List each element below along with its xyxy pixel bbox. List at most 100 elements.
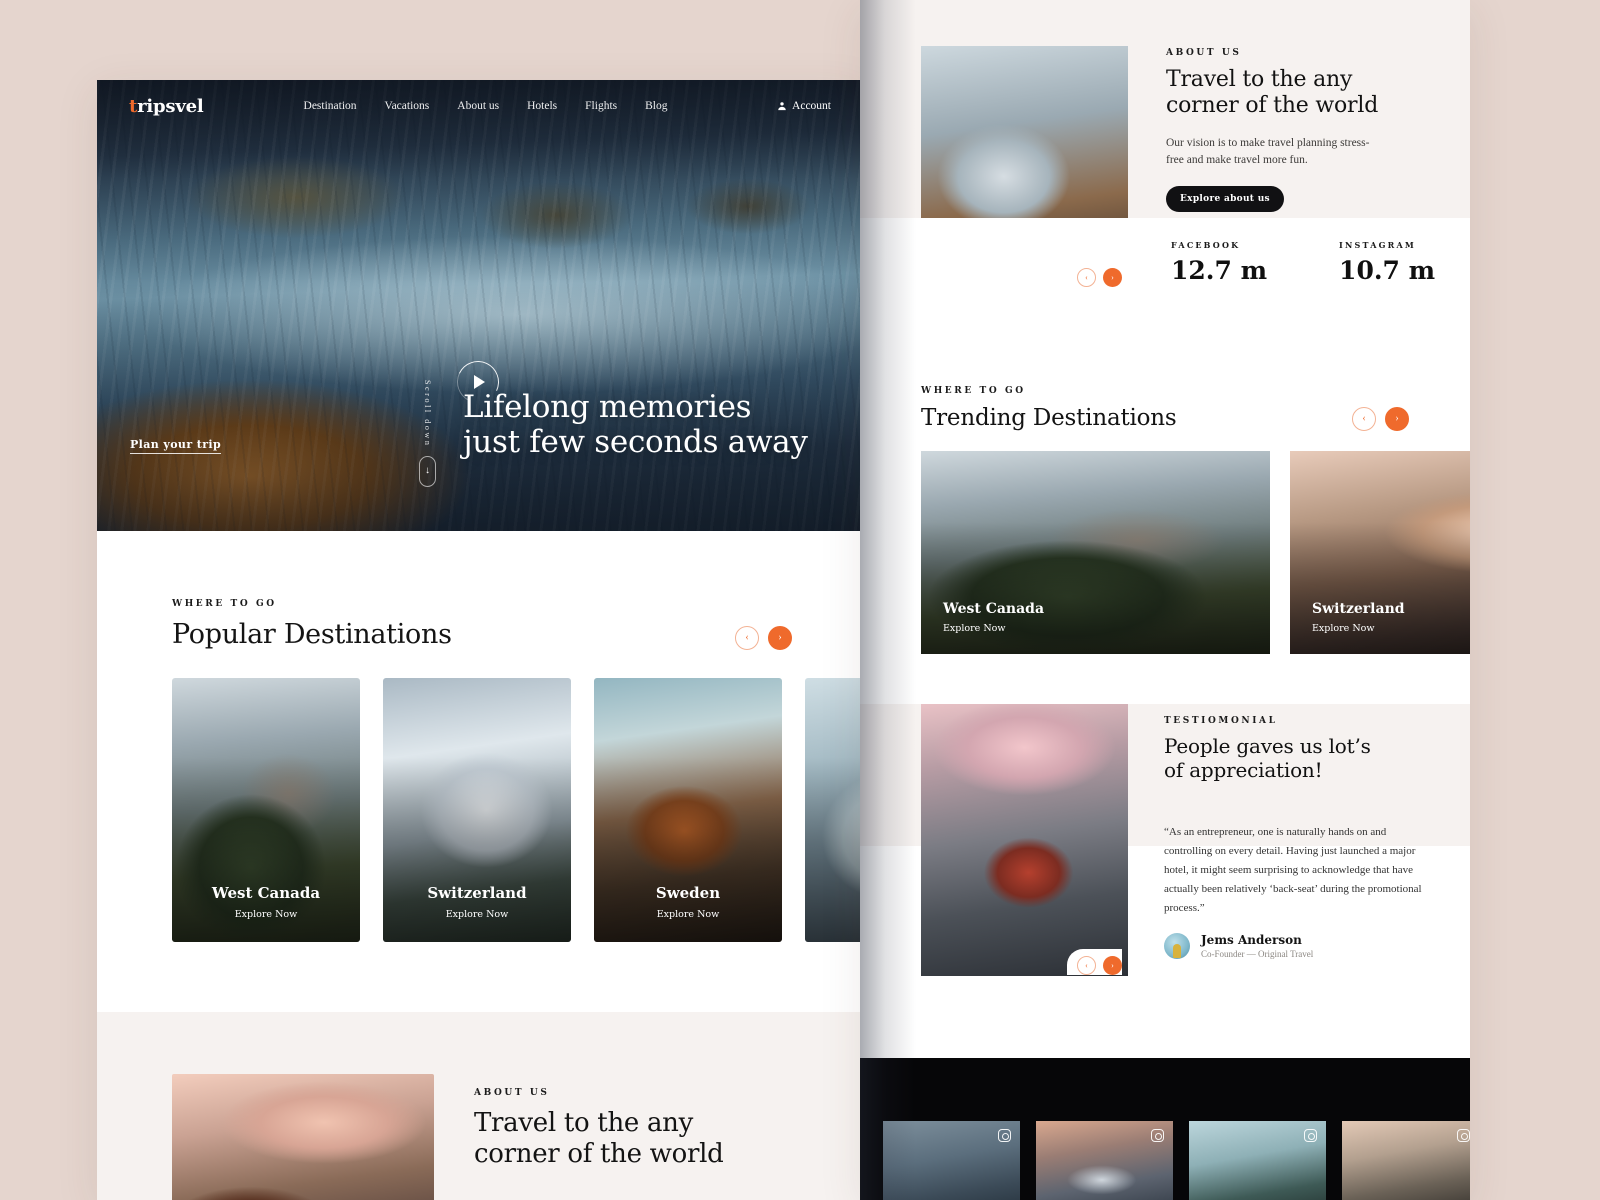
card-action[interactable]: Explore Now xyxy=(943,623,1044,634)
card-action[interactable]: Explore Now xyxy=(594,909,782,920)
hero-headline: Lifelong memories just few seconds away xyxy=(463,390,808,459)
testimonial-title: People gaves us lot’s of appreciation! xyxy=(1164,734,1432,782)
card-title: West Canada xyxy=(211,884,321,902)
about-copy: ABOUT US Travel to the any corner of the… xyxy=(474,1074,724,1200)
testimonial-section: TESTIOMONIAL People gaves us lot’s of ap… xyxy=(860,704,1470,1054)
hero-section: tripsvel Destination Vacations About us … xyxy=(97,80,863,531)
instagram-thumbnail[interactable] xyxy=(1036,1121,1173,1200)
popular-carousel-controls: ‹ › xyxy=(735,626,792,650)
testimonial-row: TESTIOMONIAL People gaves us lot’s of ap… xyxy=(860,704,1470,976)
stat-value: 10.7 m xyxy=(1339,256,1436,285)
about-title-line2: corner of the world xyxy=(474,1138,724,1169)
hero-headline-line1: Lifelong memories xyxy=(463,389,752,425)
logo-accent-letter: t xyxy=(129,95,138,117)
card-title: Switzerland xyxy=(1312,601,1405,617)
popular-title: Popular Destinations xyxy=(172,619,452,650)
destination-card[interactable]: Sweden Explore Now xyxy=(594,678,782,942)
popular-header: WHERE TO GO Popular Destinations ‹ › xyxy=(172,599,792,650)
card-title: Sweden xyxy=(655,884,721,902)
trending-title: Trending Destinations xyxy=(921,405,1177,431)
card-action[interactable]: Explore Now xyxy=(383,909,571,920)
destination-card[interactable]: W Explore Now xyxy=(805,678,863,942)
trending-card[interactable]: Switzerland Explore Now xyxy=(1290,451,1470,654)
trending-card-list: West Canada Explore Now Switzerland Expl… xyxy=(921,451,1470,654)
popular-prev-button[interactable]: ‹ xyxy=(735,626,759,650)
trending-destinations-section: WHERE TO GO Trending Destinations ‹ › We… xyxy=(860,364,1470,704)
testimonial-image xyxy=(921,704,1128,976)
card-caption: West Canada Explore Now xyxy=(943,601,1044,634)
about-carousel-controls: ‹ › xyxy=(1067,261,1122,287)
testimonial-quote: “As an entrepreneur, one is naturally ha… xyxy=(1164,826,1422,914)
testimonial-title-line1: People gaves us lot’s xyxy=(1164,734,1371,758)
card-action[interactable]: Explore Now xyxy=(172,909,360,920)
testimonial-image-art xyxy=(921,704,1128,976)
plan-your-trip-link[interactable]: Plan your trip xyxy=(130,438,222,454)
trending-carousel-controls: ‹ › xyxy=(1352,407,1409,431)
nav-item-blog[interactable]: Blog xyxy=(645,100,667,112)
testimonial-eyebrow: TESTIOMONIAL xyxy=(1164,716,1278,726)
site-logo[interactable]: tripsvel xyxy=(129,96,204,117)
card-caption: Switzerland Explore Now xyxy=(383,884,571,920)
about-next-button[interactable]: › xyxy=(1103,268,1122,287)
instagram-thumbnail[interactable] xyxy=(883,1121,1020,1200)
thumbnail-image xyxy=(1342,1121,1470,1200)
instagram-thumbnail[interactable] xyxy=(1342,1121,1470,1200)
about-title-line2: corner of the world xyxy=(1166,93,1379,119)
trending-card[interactable]: West Canada Explore Now xyxy=(921,451,1270,654)
nav-item-hotels[interactable]: Hotels xyxy=(527,100,557,112)
card-caption: West Canada Explore Now xyxy=(172,884,360,920)
stat-value: 12.7 m xyxy=(1171,256,1268,285)
trending-eyebrow: WHERE TO GO xyxy=(921,386,1026,396)
about-title-line1: Travel to the any xyxy=(474,1108,693,1138)
popular-card-list: West Canada Explore Now Switzerland Expl… xyxy=(172,678,863,942)
about-prev-button[interactable]: ‹ xyxy=(1077,268,1096,287)
card-action[interactable]: Explore Now xyxy=(805,909,863,920)
about-subtitle: Our vision is to make travel planning st… xyxy=(1166,136,1370,167)
instagram-icon xyxy=(1457,1129,1470,1142)
hero-headline-line2: just few seconds away xyxy=(463,423,808,460)
popular-next-button[interactable]: › xyxy=(768,626,792,650)
card-caption: Sweden Explore Now xyxy=(594,884,782,920)
user-icon xyxy=(778,102,786,111)
stat-label: FACEBOOK xyxy=(1171,240,1241,250)
nav-item-vacations[interactable]: Vacations xyxy=(385,100,430,112)
trending-prev-button[interactable]: ‹ xyxy=(1352,407,1376,431)
avatar xyxy=(1164,932,1190,959)
destination-card[interactable]: Switzerland Explore Now xyxy=(383,678,571,942)
popular-eyebrow: WHERE TO GO xyxy=(172,599,277,609)
testimonial-copy: TESTIOMONIAL People gaves us lot’s of ap… xyxy=(1164,704,1432,976)
stat-instagram: INSTAGRAM 10.7 m xyxy=(1339,240,1435,364)
instagram-footer-section xyxy=(860,1058,1470,1200)
scroll-down-label: Scroll down xyxy=(423,380,432,448)
trending-next-button[interactable]: › xyxy=(1385,407,1409,431)
card-title: West Canada xyxy=(943,601,1045,617)
instagram-icon xyxy=(1304,1129,1317,1142)
card-title: W xyxy=(805,884,863,902)
testimonial-author: Jems Anderson Co-Founder — Original Trav… xyxy=(1164,932,1432,959)
author-name: Jems Anderson xyxy=(1201,932,1302,947)
hero-overlay xyxy=(97,80,863,531)
nav-links: Destination Vacations About us Hotels Fl… xyxy=(304,100,668,112)
testimonial-title-line2: of appreciation! xyxy=(1164,758,1323,782)
testimonial-next-button[interactable]: › xyxy=(1103,956,1122,975)
nav-item-about-us[interactable]: About us xyxy=(457,100,499,112)
about-eyebrow: ABOUT US xyxy=(474,1088,550,1098)
explore-about-us-button[interactable]: Explore about us xyxy=(1166,186,1284,213)
nav-item-destination[interactable]: Destination xyxy=(304,100,357,112)
about-title: Travel to the any corner of the world xyxy=(1166,67,1416,120)
card-action[interactable]: Explore Now xyxy=(1312,623,1405,634)
about-title: Travel to the any corner of the world xyxy=(474,1108,724,1169)
testimonial-prev-button[interactable]: ‹ xyxy=(1077,956,1096,975)
about-image-art xyxy=(172,1074,434,1200)
account-label: Account xyxy=(792,100,831,112)
account-button[interactable]: Account xyxy=(777,100,831,112)
scroll-down-arrow-icon: ↓ xyxy=(419,455,436,487)
right-page-mockup: ABOUT US Travel to the any corner of the… xyxy=(860,0,1470,1200)
nav-item-flights[interactable]: Flights xyxy=(585,100,617,112)
about-eyebrow: ABOUT US xyxy=(1166,48,1242,58)
destination-card[interactable]: West Canada Explore Now xyxy=(172,678,360,942)
scroll-down-indicator[interactable]: Scroll down ↓ xyxy=(419,380,436,487)
instagram-icon xyxy=(998,1129,1011,1142)
testimonial-carousel-controls: ‹ › xyxy=(1067,949,1122,975)
instagram-thumbnail[interactable] xyxy=(1189,1121,1326,1200)
